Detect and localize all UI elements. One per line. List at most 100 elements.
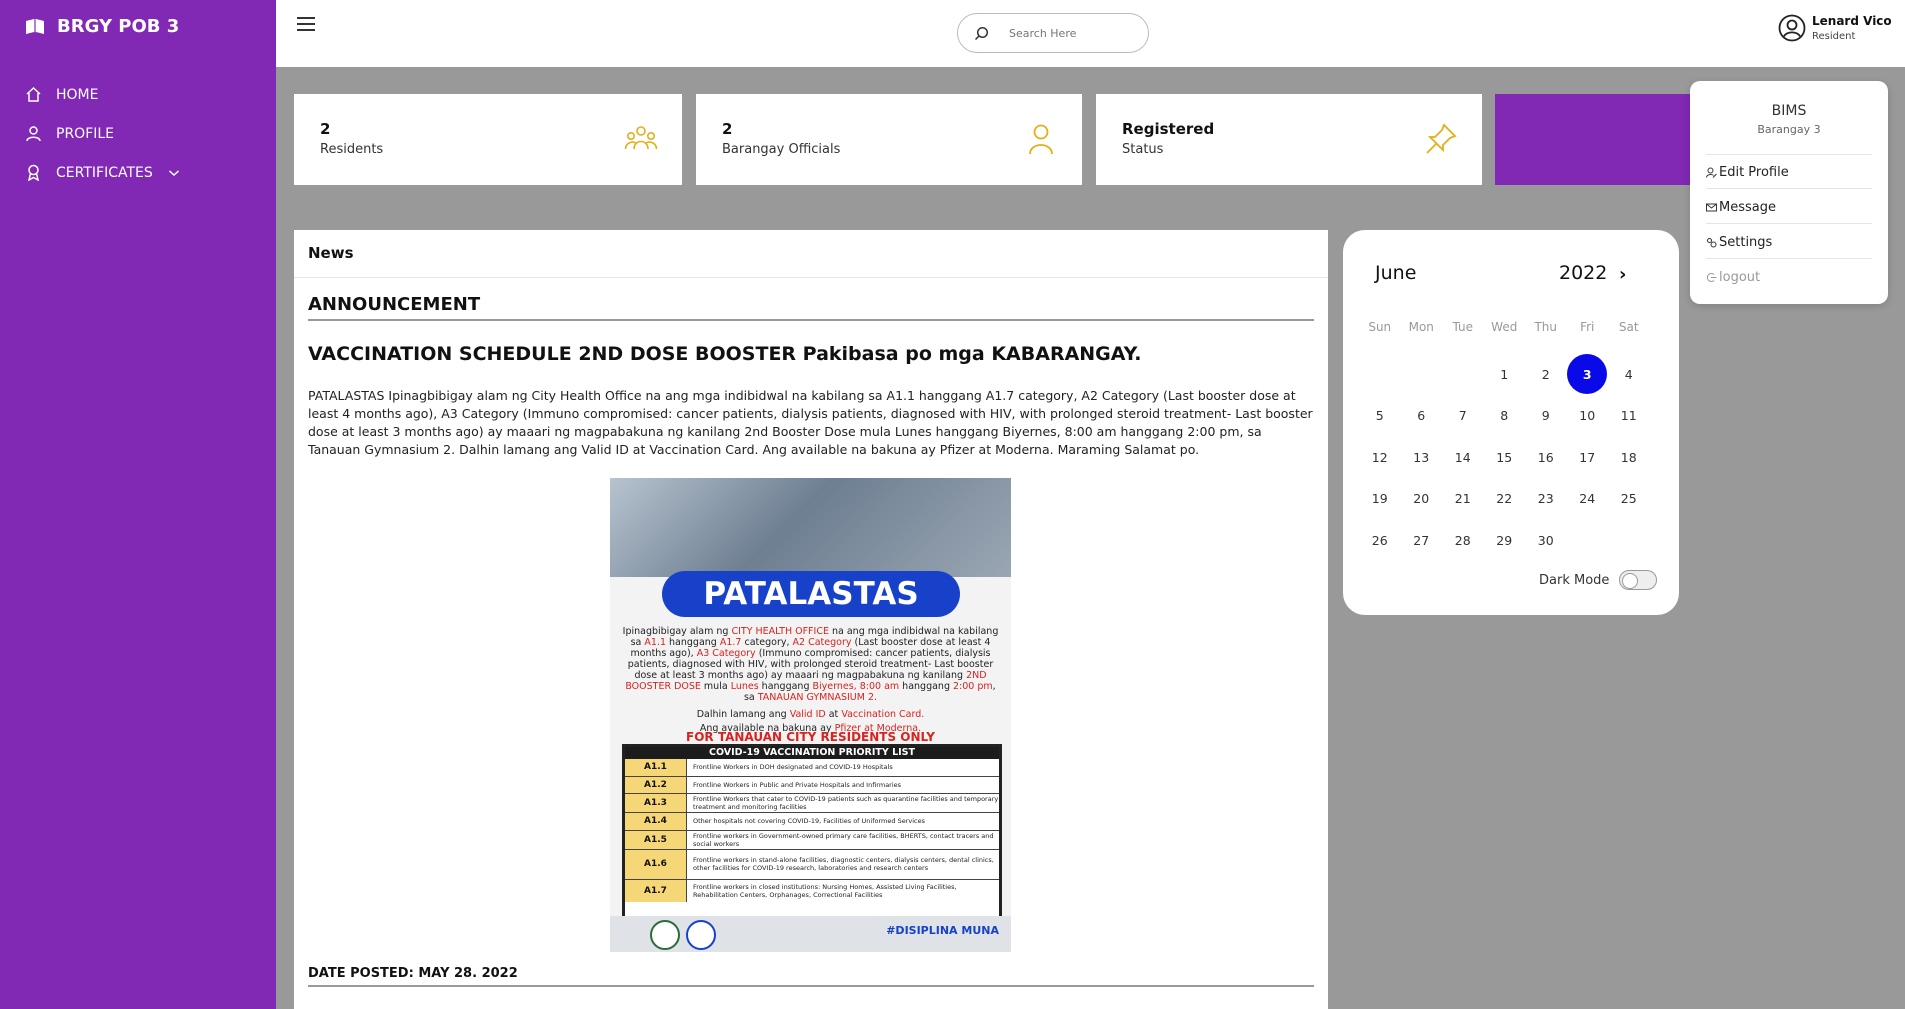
date-posted: DATE POSTED: MAY 28. 2022 (308, 966, 1314, 987)
calendar-day[interactable]: 6 (1401, 395, 1443, 437)
calendar-day[interactable]: 25 (1608, 478, 1650, 520)
calendar-day[interactable]: 19 (1359, 478, 1401, 520)
poster-footer-text: #DISIPLINA MUNA (886, 924, 999, 937)
calendar-day[interactable]: 17 (1567, 437, 1609, 479)
calendar-day[interactable]: 5 (1359, 395, 1401, 437)
priority-row: A1.6 Frontline workers in stand-alone fac… (625, 849, 999, 880)
calendar-day[interactable]: 29 (1484, 520, 1526, 562)
stat-label: Status (1122, 142, 1164, 157)
calendar-day[interactable]: 28 (1442, 520, 1484, 562)
calendar-grid: Sun Mon Tue Wed Thu Fri Sat 1 2 3 4 5 6 7 8 9 10 11 12 13 14… (1359, 312, 1659, 561)
poster-residents-only: FOR TANAUAN CITY RESIDENTS ONLY (686, 730, 935, 744)
calendar-day[interactable]: 1 (1484, 354, 1526, 396)
divider (1706, 154, 1872, 155)
sidebar-item-label: HOME (56, 86, 99, 103)
sidebar-item-home[interactable]: HOME (25, 86, 98, 103)
weekday-label: Wed (1491, 320, 1518, 334)
dropdown-title: BIMS (1771, 103, 1807, 119)
calendar-day[interactable]: 23 (1525, 478, 1567, 520)
brand[interactable]: BRGY POB 3 (25, 16, 179, 37)
news-headline: VACCINATION SCHEDULE 2ND DOSE BOOSTER Pa… (308, 343, 1142, 365)
calendar-day[interactable]: 9 (1525, 395, 1567, 437)
priority-row: A1.4 Other hospitals not covering COVID-1… (625, 813, 999, 831)
dropdown-item-edit-profile[interactable]: Edit Profile (1706, 165, 1789, 180)
calendar-day[interactable]: 21 (1442, 478, 1484, 520)
stat-value: Registered (1122, 120, 1215, 138)
calendar-next-button[interactable]: › (1619, 264, 1626, 285)
calendar-day[interactable]: 12 (1359, 437, 1401, 479)
logout-icon (1706, 273, 1717, 282)
section-title: ANNOUNCEMENT (308, 294, 1314, 321)
poster-text: Ipinagbibigay alam ng CITY HEALTH OFFICE… (622, 626, 999, 734)
calendar-day[interactable]: 8 (1484, 395, 1526, 437)
news-body: PATALASTAS Ipinagbibigay alam ng City He… (308, 388, 1313, 457)
stat-card-residents[interactable]: 2 Residents (294, 94, 682, 185)
calendar-day[interactable]: 27 (1401, 520, 1443, 562)
priority-row: A1.3 Frontline Workers that cater to COVI… (625, 794, 999, 813)
search-box[interactable] (957, 13, 1149, 53)
weekday-label: Fri (1580, 320, 1595, 334)
users-icon (624, 126, 658, 150)
dropdown-subtitle: Barangay 3 (1757, 123, 1821, 136)
menu-toggle-icon[interactable] (297, 17, 315, 31)
calendar-day[interactable]: 24 (1567, 478, 1609, 520)
award-icon (27, 164, 40, 181)
book-icon (26, 18, 44, 34)
divider (1706, 258, 1872, 259)
dark-mode-toggle[interactable] (1619, 570, 1658, 590)
sidebar-item-certificates[interactable]: CERTIFICATES (25, 164, 181, 181)
dropdown-item-message[interactable]: Message (1706, 200, 1776, 215)
news-poster-image: PATALASTAS Ipinagbibigay alam ng CITY HE… (610, 478, 1011, 952)
calendar-day[interactable]: 11 (1608, 395, 1650, 437)
brand-name: BRGY POB 3 (57, 16, 180, 37)
user-icon (26, 126, 41, 142)
dark-mode-label: Dark Mode (1539, 572, 1610, 588)
calendar-blank (1401, 354, 1443, 396)
official-icon (1029, 124, 1053, 155)
calendar-day-selected[interactable]: 3 (1567, 354, 1609, 396)
priority-list-title: COVID-19 VACCINATION PRIORITY LIST (625, 747, 999, 759)
dropdown-item-settings[interactable]: Settings (1706, 235, 1772, 250)
news-panel: News ANNOUNCEMENT VACCINATION SCHEDULE 2… (294, 230, 1328, 1009)
user-menu[interactable]: Lenard Vico Resident (1778, 14, 1892, 42)
calendar-blank (1359, 354, 1401, 396)
divider (1706, 188, 1872, 189)
priority-row: A1.5 Frontline workers in Government-owne… (625, 830, 999, 850)
user-dropdown: BIMS Barangay 3 Edit Profile Message Set… (1690, 81, 1888, 304)
calendar-day[interactable]: 15 (1484, 437, 1526, 479)
poster-title: PATALASTAS (662, 571, 960, 617)
calendar-day[interactable]: 4 (1608, 354, 1650, 396)
calendar-day[interactable]: 2 (1525, 354, 1567, 396)
stat-card-officials[interactable]: 2 Barangay Officials (696, 94, 1082, 185)
city-seal-icon (650, 920, 680, 950)
calendar-day[interactable]: 20 (1401, 478, 1443, 520)
weekday-label: Thu (1534, 320, 1558, 334)
calendar-year: 2022 (1559, 262, 1608, 284)
calendar-day[interactable]: 18 (1608, 437, 1650, 479)
poster-footer: #DISIPLINA MUNA (610, 916, 1011, 952)
calendar-day[interactable]: 16 (1525, 437, 1567, 479)
calendar-day[interactable]: 13 (1401, 437, 1443, 479)
calendar-day[interactable]: 10 (1567, 395, 1609, 437)
priority-row: A1.2 Frontline Workers in Public and Priv… (625, 776, 999, 794)
user-role: Resident (1812, 31, 1856, 42)
dropdown-item-logout[interactable]: logout (1706, 270, 1760, 285)
poster-photo (610, 478, 1011, 577)
dark-mode-control: Dark Mode (1539, 570, 1658, 590)
chevron-down-icon (168, 169, 179, 176)
user-edit-icon (1706, 167, 1717, 178)
home-icon (26, 86, 41, 102)
divider (1706, 223, 1872, 224)
weekday-label: Tue (1452, 320, 1474, 334)
calendar-day[interactable]: 26 (1359, 520, 1401, 562)
stat-value: 2 (722, 120, 733, 138)
mail-icon (1706, 203, 1717, 212)
calendar-day[interactable]: 7 (1442, 395, 1484, 437)
stat-label: Barangay Officials (722, 142, 841, 157)
calendar-day[interactable]: 30 (1525, 520, 1567, 562)
sidebar-item-profile[interactable]: PROFILE (25, 125, 114, 142)
calendar-day[interactable]: 22 (1484, 478, 1526, 520)
calendar-day[interactable]: 14 (1442, 437, 1484, 479)
search-input[interactable] (1009, 26, 1129, 40)
stat-card-status[interactable]: Registered Status (1096, 94, 1482, 185)
